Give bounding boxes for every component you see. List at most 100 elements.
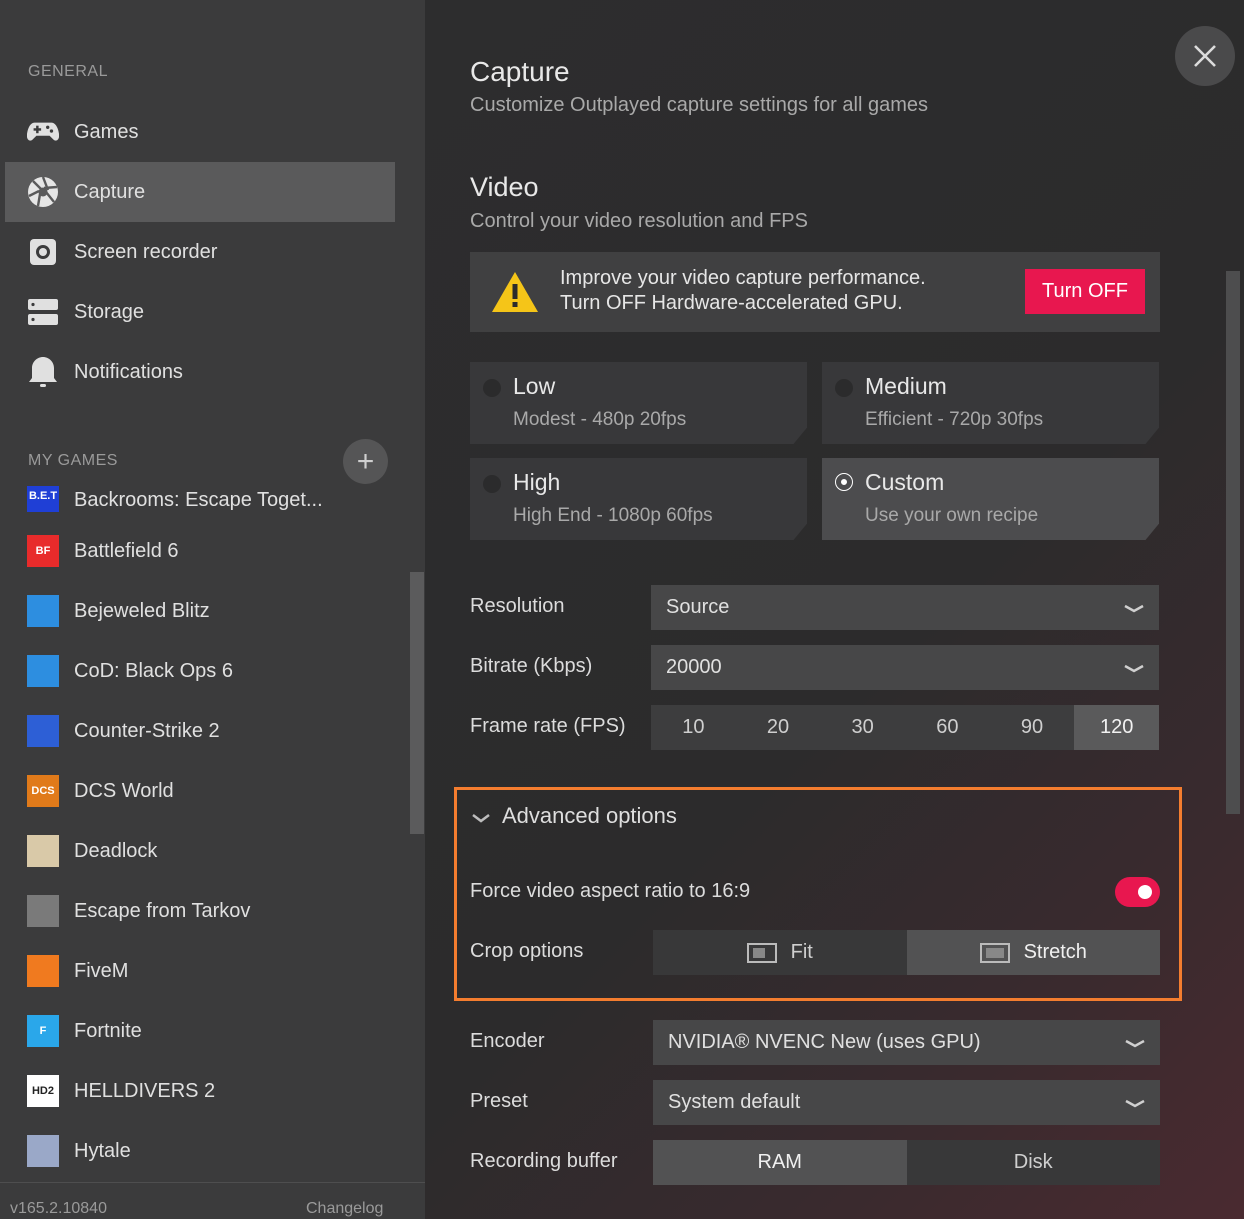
game-label: Battlefield 6 — [74, 539, 179, 562]
sidebar: GENERAL Games Capture Screen recorder St… — [0, 0, 425, 1219]
advanced-options-toggle[interactable]: Advanced options — [470, 803, 677, 829]
resolution-select[interactable]: Source — [651, 585, 1159, 630]
nav-item-notifications[interactable]: Notifications — [5, 342, 395, 402]
preset-desc: Efficient - 720p 30fps — [865, 409, 1044, 430]
bitrate-value: 20000 — [666, 656, 722, 678]
stretch-icon — [979, 942, 1010, 963]
crop-option-stretch[interactable]: Stretch — [906, 930, 1160, 975]
preset-card-low[interactable]: Low Modest - 480p 20fps — [470, 362, 807, 444]
nav-label: Capture — [74, 180, 146, 203]
chevron-down-icon — [1125, 1039, 1145, 1048]
nav-item-games[interactable]: Games — [5, 102, 395, 162]
chevron-down-icon — [1124, 604, 1144, 613]
crop-option-fit[interactable]: Fit — [653, 930, 907, 975]
fps-option[interactable]: 30 — [820, 705, 905, 750]
buffer-option-disk[interactable]: Disk — [906, 1140, 1160, 1185]
preset-card-high[interactable]: High High End - 1080p 60fps — [470, 458, 807, 540]
game-item[interactable]: B.E.T Backrooms: Escape Toget... — [5, 486, 395, 512]
game-item[interactable]: BF Battlefield 6 — [5, 521, 395, 581]
plus-icon: + — [356, 444, 375, 478]
crop-option-label: Fit — [790, 941, 813, 963]
fps-option[interactable]: 60 — [905, 705, 990, 750]
game-item[interactable]: Bejeweled Blitz — [5, 581, 395, 641]
game-label: CoD: Black Ops 6 — [74, 659, 233, 682]
aperture-icon — [27, 176, 59, 208]
nav-label: Storage — [74, 300, 145, 323]
game-icon: HD2 — [27, 1075, 59, 1107]
game-item[interactable]: Escape from Tarkov — [5, 881, 395, 941]
turn-off-button[interactable]: Turn OFF — [1025, 269, 1145, 314]
warning-text: Improve your video capture performance. … — [560, 266, 926, 316]
warning-line-2: Turn OFF Hardware-accelerated GPU. — [560, 292, 903, 314]
game-item[interactable]: Counter-Strike 2 — [5, 701, 395, 761]
page-subtitle: Customize Outplayed capture settings for… — [470, 94, 928, 116]
main-scrollbar[interactable] — [1226, 271, 1240, 814]
fps-segmented-control: 10 20 30 60 90 120 — [651, 705, 1160, 750]
game-icon — [27, 655, 59, 687]
game-icon — [27, 955, 59, 987]
force-aspect-toggle[interactable] — [1115, 877, 1160, 907]
preset-card-medium[interactable]: Medium Efficient - 720p 30fps — [822, 362, 1159, 444]
preset-label: Preset — [470, 1090, 528, 1112]
page-title: Capture — [470, 56, 570, 87]
game-item[interactable]: Hytale — [5, 1121, 395, 1181]
game-label: Deadlock — [74, 839, 158, 862]
video-section-subtitle: Control your video resolution and FPS — [470, 210, 808, 232]
game-label: HELLDIVERS 2 — [74, 1079, 216, 1102]
buffer-option-ram[interactable]: RAM — [653, 1140, 907, 1185]
preset-select[interactable]: System default — [653, 1080, 1160, 1125]
game-icon — [27, 895, 59, 927]
game-icon — [27, 715, 59, 747]
game-item[interactable]: F Fortnite — [5, 1001, 395, 1061]
preset-desc: Use your own recipe — [865, 505, 1039, 526]
add-game-button[interactable]: + — [343, 439, 388, 484]
preset-title: Low — [513, 373, 556, 399]
chevron-down-icon — [1124, 664, 1144, 673]
encoder-value: NVIDIA® NVENC New (uses GPU) — [668, 1031, 981, 1053]
preset-card-custom[interactable]: Custom Use your own recipe — [822, 458, 1159, 540]
game-item[interactable]: Deadlock — [5, 821, 395, 881]
game-icon — [27, 835, 59, 867]
nav-item-storage[interactable]: Storage — [5, 282, 395, 342]
game-label: Bejeweled Blitz — [74, 599, 210, 622]
game-label: DCS World — [74, 779, 174, 802]
bitrate-select[interactable]: 20000 — [651, 645, 1159, 690]
resolution-value: Source — [666, 596, 730, 618]
sidebar-scrollbar[interactable] — [410, 572, 424, 834]
my-games-section-label: MY GAMES — [28, 452, 118, 469]
game-label: Counter-Strike 2 — [74, 719, 220, 742]
fit-icon — [746, 942, 777, 963]
general-section-label: GENERAL — [28, 63, 108, 80]
nav-label: Games — [74, 120, 139, 143]
close-button[interactable] — [1175, 26, 1235, 86]
fps-option[interactable]: 20 — [736, 705, 821, 750]
preset-title: Medium — [865, 373, 947, 399]
nav-item-capture[interactable]: Capture — [5, 162, 395, 222]
gpu-warning-banner: Improve your video capture performance. … — [470, 252, 1160, 332]
game-item[interactable]: HD2 HELLDIVERS 2 — [5, 1061, 395, 1121]
game-icon — [27, 595, 59, 627]
force-aspect-label: Force video aspect ratio to 16:9 — [470, 880, 751, 902]
game-item[interactable]: FiveM — [5, 941, 395, 1001]
warning-line-1: Improve your video capture performance. — [560, 267, 926, 289]
fps-option[interactable]: 90 — [990, 705, 1075, 750]
changelog-link[interactable]: Changelog — [306, 1200, 383, 1218]
game-item[interactable]: CoD: Black Ops 6 — [5, 641, 395, 701]
crop-option-label: Stretch — [1023, 941, 1087, 963]
game-label: Fortnite — [74, 1019, 142, 1042]
game-item[interactable]: DCS DCS World — [5, 761, 395, 821]
radio-button[interactable] — [483, 379, 501, 397]
encoder-select[interactable]: NVIDIA® NVENC New (uses GPU) — [653, 1020, 1160, 1065]
game-label: FiveM — [74, 959, 129, 982]
radio-button[interactable] — [835, 379, 853, 397]
preset-desc: High End - 1080p 60fps — [513, 505, 713, 526]
fps-option[interactable]: 10 — [651, 705, 736, 750]
nav-item-screen-recorder[interactable]: Screen recorder — [5, 222, 395, 282]
radio-button-selected[interactable] — [835, 473, 853, 491]
radio-button[interactable] — [483, 475, 501, 493]
game-icon — [27, 1135, 59, 1167]
close-icon — [1194, 45, 1216, 67]
game-icon: DCS — [27, 775, 59, 807]
nav-label: Notifications — [74, 360, 183, 383]
fps-option-selected[interactable]: 120 — [1074, 705, 1160, 750]
